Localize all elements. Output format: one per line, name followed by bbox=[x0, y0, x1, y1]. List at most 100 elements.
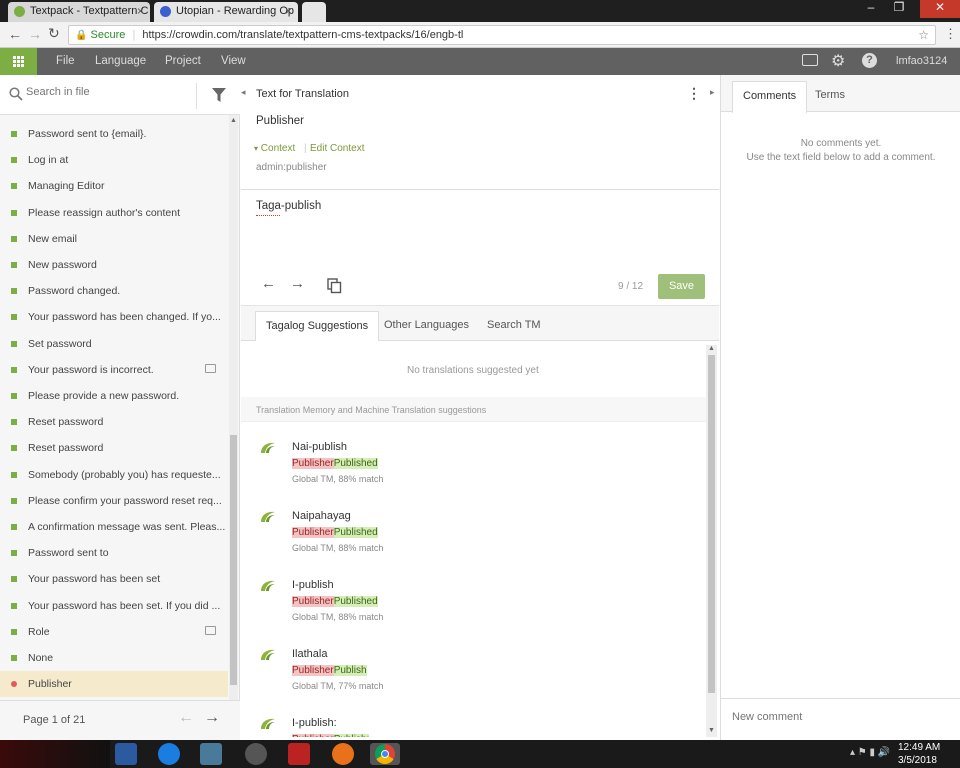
scroll-up-icon[interactable]: ▲ bbox=[708, 345, 715, 352]
tab-comments[interactable]: Comments bbox=[732, 81, 808, 113]
tm-suggestion[interactable]: Naipahayag PublisherPublished Global TM, 8… bbox=[241, 498, 706, 567]
bookmark-star-icon[interactable]: ☆ bbox=[918, 28, 929, 42]
string-list-item[interactable]: Log in at bbox=[0, 147, 228, 173]
clock-time[interactable]: 12:49 AM bbox=[898, 742, 940, 753]
translated-status-icon bbox=[11, 288, 17, 295]
string-list-item[interactable]: Your password has been set bbox=[0, 566, 228, 592]
browser-tab-textpack[interactable]: Textpack - Textpattern C × bbox=[8, 2, 150, 22]
string-list-item[interactable]: Role bbox=[0, 619, 228, 645]
string-list-item[interactable]: None bbox=[0, 645, 228, 671]
string-list-item[interactable]: New password bbox=[0, 252, 228, 278]
translated-status-icon bbox=[11, 393, 17, 399]
suggestion-list: Nai-publish PublisherPublished Global TM, … bbox=[241, 75, 706, 737]
tm-source-logo-icon bbox=[261, 649, 275, 660]
close-tab-icon[interactable]: × bbox=[137, 4, 144, 18]
maximize-window-button[interactable]: ❐ bbox=[886, 0, 912, 18]
media-player-icon[interactable] bbox=[158, 743, 180, 765]
forward-arrow-icon[interactable]: → bbox=[28, 26, 42, 42]
gear-icon[interactable]: ⚙ bbox=[831, 51, 845, 71]
search-input[interactable] bbox=[26, 86, 186, 98]
suggestions-scrollbar[interactable]: ▲ ▼ bbox=[706, 345, 717, 737]
tm-suggestion[interactable]: Nai-publish PublisherPublished Global TM, … bbox=[241, 429, 706, 498]
file-explorer-icon[interactable] bbox=[115, 743, 137, 765]
tm-source-logo-icon bbox=[261, 442, 275, 453]
string-list-item[interactable]: Password changed. bbox=[0, 278, 228, 304]
string-list-item[interactable]: Please reassign author's content bbox=[0, 200, 228, 226]
back-arrow-icon[interactable]: ← bbox=[8, 26, 22, 42]
tab-label: Utopian - Rewarding Op bbox=[176, 5, 295, 17]
string-label: Your password has been changed. If yo... bbox=[28, 311, 221, 324]
apps-grid-icon[interactable] bbox=[0, 48, 37, 75]
string-label: Managing Editor bbox=[28, 180, 105, 193]
string-list-item[interactable]: Reset password bbox=[0, 435, 228, 461]
string-label: Somebody (probably you) has requeste... bbox=[28, 468, 221, 481]
camera-app-icon[interactable] bbox=[245, 743, 267, 765]
firefox-icon[interactable] bbox=[332, 743, 354, 765]
list-scrollbar[interactable]: ▲ bbox=[229, 115, 238, 700]
string-list-item[interactable]: Please provide a new password. bbox=[0, 383, 228, 409]
filter-icon[interactable] bbox=[211, 87, 227, 103]
url-text: https://crowdin.com/translate/textpatter… bbox=[142, 29, 464, 41]
tm-suggestion[interactable]: I-publish PublisherPublished Global TM, 88… bbox=[241, 567, 706, 636]
menu-project[interactable]: Project bbox=[165, 55, 201, 67]
diff-added: Published bbox=[333, 458, 378, 469]
scroll-up-icon[interactable]: ▲ bbox=[230, 117, 237, 124]
translated-status-icon bbox=[11, 628, 17, 635]
address-toolbar: ← → ↻ 🔒 Secure | https://crowdin.com/tra… bbox=[0, 22, 960, 48]
computer-icon[interactable] bbox=[200, 743, 222, 765]
keyboard-icon[interactable] bbox=[802, 54, 818, 66]
scrollbar-thumb[interactable] bbox=[708, 355, 715, 693]
suggestion-text: I-publish bbox=[292, 579, 334, 591]
comment-icon[interactable] bbox=[205, 363, 216, 373]
clock-date[interactable]: 3/5/2018 bbox=[898, 755, 937, 766]
comment-icon[interactable] bbox=[205, 625, 216, 635]
translated-status-icon bbox=[11, 131, 17, 137]
string-list-item[interactable]: Reset password bbox=[0, 409, 228, 435]
tm-suggestion[interactable]: I-publish: PublisherPublish: bbox=[241, 705, 706, 737]
menu-file[interactable]: File bbox=[56, 55, 75, 67]
string-list-item[interactable]: New email bbox=[0, 226, 228, 252]
string-list-item[interactable]: Password sent to {email}. bbox=[0, 121, 228, 147]
suggestion-meta: Global TM, 88% match bbox=[292, 612, 384, 622]
browser-tab-utopian[interactable]: Utopian - Rewarding Op × bbox=[154, 2, 298, 22]
help-icon[interactable]: ? bbox=[862, 53, 877, 68]
string-list-item[interactable]: Your password has been set. If you did .… bbox=[0, 593, 228, 619]
menu-language[interactable]: Language bbox=[95, 55, 146, 67]
tm-suggestion[interactable]: Ilathala PublisherPublish Global TM, 77% m… bbox=[241, 636, 706, 705]
close-window-button[interactable]: ✕ bbox=[920, 0, 960, 18]
browser-menu-icon[interactable]: ⋮ bbox=[944, 26, 957, 42]
windows-taskbar: ▴ ⚑ ▮ 🔊 12:49 AM 3/5/2018 bbox=[0, 740, 960, 768]
username[interactable]: lmfao3124 bbox=[896, 55, 947, 67]
string-label: Role bbox=[28, 625, 50, 638]
string-list-item[interactable]: Password sent to bbox=[0, 540, 228, 566]
page-indicator: Page 1 of 21 bbox=[23, 714, 86, 726]
new-tab-button[interactable] bbox=[302, 2, 326, 22]
string-list-item[interactable]: Managing Editor bbox=[0, 173, 228, 199]
string-list-item[interactable]: Your password has been changed. If yo... bbox=[0, 304, 228, 330]
minimize-window-button[interactable]: – bbox=[858, 0, 884, 18]
system-tray-icons[interactable]: ▴ ⚑ ▮ 🔊 bbox=[850, 747, 890, 758]
string-list-item[interactable]: Set password bbox=[0, 331, 228, 357]
start-button[interactable] bbox=[0, 740, 110, 768]
red-app-icon[interactable] bbox=[288, 743, 310, 765]
url-bar[interactable]: 🔒 Secure | https://crowdin.com/translate… bbox=[68, 25, 936, 45]
chrome-icon[interactable] bbox=[370, 743, 400, 765]
reload-icon[interactable]: ↻ bbox=[48, 25, 60, 42]
new-comment-input[interactable] bbox=[732, 711, 942, 723]
next-page-icon[interactable]: → bbox=[204, 709, 220, 727]
scroll-down-icon[interactable]: ▼ bbox=[708, 727, 715, 734]
collapse-right-icon[interactable]: ▸ bbox=[710, 87, 715, 98]
translated-status-icon bbox=[11, 157, 17, 164]
string-list-item[interactable]: Publisher bbox=[0, 671, 228, 698]
string-list-item[interactable]: Your password is incorrect. bbox=[0, 357, 228, 383]
tab-terms[interactable]: Terms bbox=[806, 81, 854, 111]
string-list-item[interactable]: A confirmation message was sent. Pleas..… bbox=[0, 514, 228, 540]
tm-source-logo-icon bbox=[261, 580, 275, 591]
close-tab-icon[interactable]: × bbox=[285, 4, 292, 18]
prev-page-icon[interactable]: ← bbox=[178, 709, 194, 727]
string-list-item[interactable]: Please confirm your password reset req..… bbox=[0, 488, 228, 514]
menu-view[interactable]: View bbox=[221, 55, 246, 67]
scrollbar-thumb[interactable] bbox=[230, 435, 237, 685]
string-list-item[interactable]: Somebody (probably you) has requeste... bbox=[0, 462, 228, 488]
string-label: Please confirm your password reset req..… bbox=[28, 494, 222, 507]
